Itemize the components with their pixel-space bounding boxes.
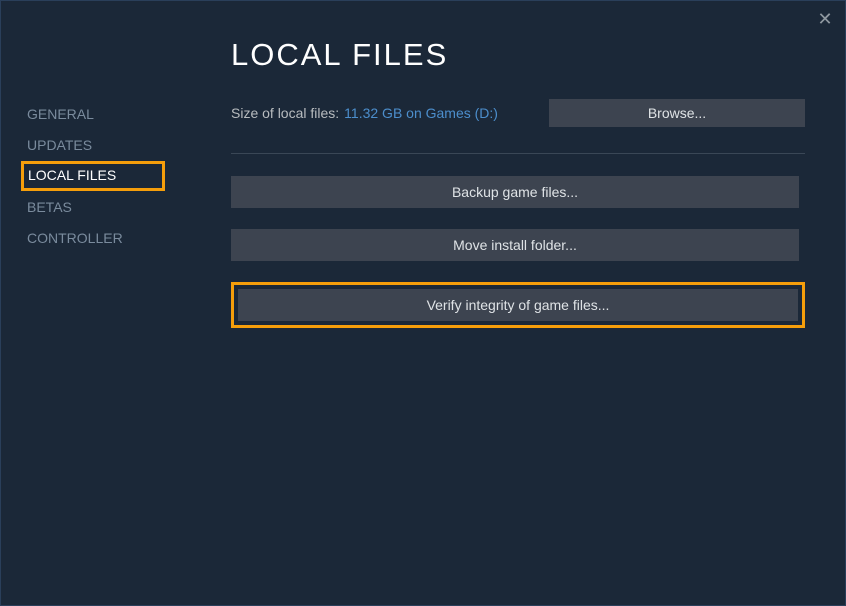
window-container: GENERAL UPDATES LOCAL FILES BETAS CONTRO… <box>1 1 845 605</box>
sidebar-item-general[interactable]: GENERAL <box>21 99 100 129</box>
page-title: LOCAL FILES <box>231 37 805 73</box>
size-label: Size of local files: <box>231 105 339 121</box>
verify-integrity-button[interactable]: Verify integrity of game files... <box>238 289 798 321</box>
close-icon: ✕ <box>817 9 832 30</box>
sidebar-item-betas[interactable]: BETAS <box>21 192 78 222</box>
size-row: Size of local files: 11.32 GB on Games (… <box>231 99 805 127</box>
backup-button[interactable]: Backup game files... <box>231 176 799 208</box>
sidebar: GENERAL UPDATES LOCAL FILES BETAS CONTRO… <box>1 1 231 605</box>
sidebar-item-controller[interactable]: CONTROLLER <box>21 223 129 253</box>
move-folder-button[interactable]: Move install folder... <box>231 229 799 261</box>
main-panel: LOCAL FILES Size of local files: 11.32 G… <box>231 1 845 605</box>
close-button[interactable]: ✕ <box>815 9 835 29</box>
section-divider <box>231 153 805 154</box>
sidebar-item-updates[interactable]: UPDATES <box>21 130 98 160</box>
sidebar-item-local-files[interactable]: LOCAL FILES <box>28 168 116 182</box>
verify-button-highlight: Verify integrity of game files... <box>231 282 805 328</box>
sidebar-item-highlight: LOCAL FILES <box>21 161 165 191</box>
size-value: 11.32 GB on Games (D:) <box>344 105 498 121</box>
browse-button[interactable]: Browse... <box>549 99 805 127</box>
